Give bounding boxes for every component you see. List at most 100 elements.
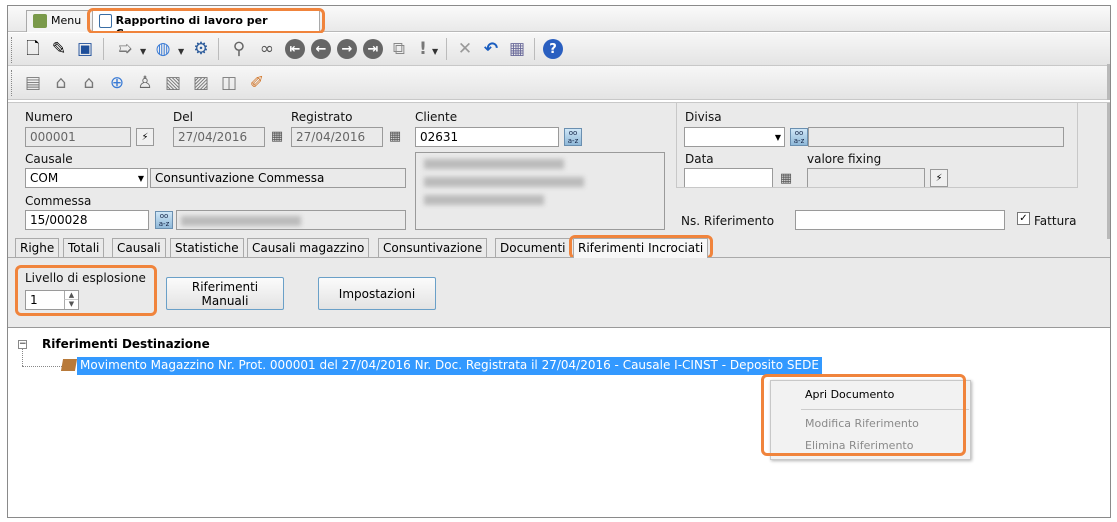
lookup-icon[interactable]: oo a-z bbox=[790, 128, 808, 146]
cliente-label: Cliente bbox=[415, 110, 458, 124]
search-icon[interactable]: ⚲ bbox=[228, 38, 250, 60]
registrato-label: Registrato bbox=[291, 110, 353, 124]
exclamation-dropdown-icon[interactable]: ▼ bbox=[432, 47, 438, 56]
causale-desc: Consuntivazione Commessa bbox=[150, 168, 406, 188]
calendar-icon[interactable]: ▦ bbox=[777, 169, 795, 187]
globe-dropdown-icon[interactable]: ▼ bbox=[178, 47, 184, 56]
delete-icon[interactable]: ✕ bbox=[454, 38, 476, 60]
toolbar-separator bbox=[446, 38, 447, 60]
highlight-tab bbox=[87, 8, 325, 34]
riferimenti-manuali-button[interactable]: Riferimenti Manuali bbox=[166, 277, 284, 310]
highlight-livello bbox=[15, 265, 157, 316]
warehouse-icon[interactable]: ⌂ bbox=[50, 72, 72, 94]
world-icon[interactable]: ⊕ bbox=[106, 72, 128, 94]
tab-documenti[interactable]: Documenti bbox=[495, 238, 571, 258]
tab-riferimenti-incrociati[interactable]: Riferimenti Incrociati bbox=[573, 238, 709, 258]
print-icon[interactable]: ▦ bbox=[506, 38, 528, 60]
report-icon[interactable]: ▧ bbox=[162, 72, 184, 94]
last-icon[interactable]: ⇥ bbox=[362, 38, 384, 60]
scrollbar[interactable] bbox=[1107, 103, 1110, 239]
tab-menu-label: Menu bbox=[51, 14, 82, 27]
toolbar-grip bbox=[11, 70, 14, 96]
tab-causali[interactable]: Causali bbox=[112, 238, 166, 258]
divisa-desc bbox=[808, 127, 1064, 147]
save-icon[interactable]: ▣ bbox=[74, 38, 96, 60]
exclamation-icon[interactable]: ! bbox=[412, 38, 434, 60]
impostazioni-button[interactable]: Impostazioni bbox=[318, 277, 436, 310]
divisa-label: Divisa bbox=[685, 110, 722, 124]
toolbar-secondary: ▤ ⌂ ⌂ ⊕ ♙ ▧ ▨ ◫ ✐ bbox=[8, 66, 1110, 100]
documents-icon[interactable]: ▤ bbox=[22, 72, 44, 94]
calendar-icon[interactable]: ▦ bbox=[268, 127, 286, 145]
data-label: Data bbox=[685, 152, 714, 166]
collapse-icon[interactable]: − bbox=[18, 340, 27, 349]
edit-doc-icon[interactable]: ✎ bbox=[48, 38, 70, 60]
fixing-label: valore fixing bbox=[807, 152, 882, 166]
chevron-down-icon: ▼ bbox=[774, 133, 781, 142]
ns-rif-field[interactable] bbox=[795, 210, 1005, 230]
del-field[interactable]: 27/04/2016 bbox=[173, 127, 265, 147]
causale-label: Causale bbox=[25, 152, 73, 166]
blurred-text bbox=[181, 216, 301, 226]
chevron-down-icon: ▼ bbox=[137, 174, 144, 183]
menu-icon bbox=[33, 14, 47, 28]
first-icon[interactable]: ⇤ bbox=[284, 38, 306, 60]
scrollbar[interactable] bbox=[1107, 64, 1110, 100]
tab-causali-magazzino[interactable]: Causali magazzino bbox=[247, 238, 370, 258]
commessa-field[interactable]: 15/00028 bbox=[25, 210, 149, 230]
lightning-icon[interactable]: ⚡ bbox=[930, 169, 948, 187]
subtabs-row: Righe Totali Causali Statistiche Causali… bbox=[8, 238, 1110, 258]
causale-code: COM bbox=[30, 171, 59, 185]
tab-content-options: Livello di esplosione 1 ▲ ▼ Riferimenti … bbox=[8, 257, 1110, 327]
tab-righe[interactable]: Righe bbox=[15, 238, 60, 258]
binoculars-icon[interactable]: ∞ bbox=[256, 38, 278, 60]
next-icon[interactable]: → bbox=[336, 38, 358, 60]
data-field[interactable] bbox=[684, 168, 773, 188]
blurred-text bbox=[424, 177, 584, 187]
send-dropdown-icon[interactable]: ▼ bbox=[140, 47, 146, 56]
send-icon[interactable]: ➯ bbox=[114, 38, 136, 60]
toolbar-separator bbox=[218, 38, 219, 60]
app-window: Menu Rapportino di lavoro per Commessa 🗋… bbox=[7, 5, 1111, 518]
toolbar-grip bbox=[11, 37, 14, 63]
numero-field[interactable]: 000001 bbox=[25, 127, 131, 147]
prev-icon[interactable]: ← bbox=[310, 38, 332, 60]
button-label: Manuali bbox=[201, 293, 249, 308]
tab-statistiche[interactable]: Statistiche bbox=[170, 238, 244, 258]
undo-icon[interactable]: ↶ bbox=[480, 38, 502, 60]
lookup-icon[interactable]: oo a-z bbox=[564, 128, 582, 146]
settings-icon[interactable]: ⚙ bbox=[190, 38, 212, 60]
blurred-text bbox=[424, 195, 544, 205]
toolbar-separator bbox=[103, 38, 104, 60]
warehouse-alt-icon[interactable]: ⌂ bbox=[78, 72, 100, 94]
tree-item-movimento[interactable]: Movimento Magazzino Nr. Prot. 000001 del… bbox=[77, 357, 822, 375]
tab-totali[interactable]: Totali bbox=[63, 238, 105, 258]
toolbar-main: 🗋 ✎ ▣ ➯ ▼ ◍ ▼ ⚙ ⚲ ∞ ⇤ ← → ⇥ ⧉ ! ▼ ✕ ↶ ▦ … bbox=[8, 33, 1110, 66]
lookup-icon[interactable]: oo a-z bbox=[155, 211, 173, 229]
help-icon[interactable]: ? bbox=[542, 38, 564, 60]
causale-select[interactable]: COM ▼ bbox=[25, 168, 148, 188]
fixing-field[interactable] bbox=[807, 168, 925, 188]
edit-report-icon[interactable]: ✐ bbox=[246, 72, 268, 94]
user-icon[interactable]: ♙ bbox=[134, 72, 156, 94]
attach-icon[interactable]: ◫ bbox=[218, 72, 240, 94]
cliente-address bbox=[415, 152, 665, 230]
registrato-field[interactable]: 27/04/2016 bbox=[291, 127, 383, 147]
cliente-field[interactable]: 02631 bbox=[415, 127, 559, 147]
globe-icon[interactable]: ◍ bbox=[152, 38, 174, 60]
warehouse-movement-icon bbox=[60, 359, 78, 371]
commessa-label: Commessa bbox=[25, 194, 92, 208]
tab-consuntivazione[interactable]: Consuntivazione bbox=[378, 238, 488, 258]
button-label: Impostazioni bbox=[338, 286, 416, 301]
report-alt-icon[interactable]: ▨ bbox=[190, 72, 212, 94]
tree-root[interactable]: Riferimenti Destinazione bbox=[42, 337, 210, 351]
divisa-select[interactable]: ▼ bbox=[684, 127, 785, 147]
del-label: Del bbox=[173, 110, 193, 124]
tab-menu[interactable]: Menu bbox=[26, 10, 90, 32]
lightning-icon[interactable]: ⚡ bbox=[136, 128, 154, 146]
new-doc-icon[interactable]: 🗋 bbox=[22, 38, 44, 60]
numero-label: Numero bbox=[25, 110, 73, 124]
copy-icon[interactable]: ⧉ bbox=[388, 38, 410, 60]
calendar-icon[interactable]: ▦ bbox=[386, 127, 404, 145]
fattura-checkbox[interactable]: ✓ bbox=[1017, 212, 1030, 225]
